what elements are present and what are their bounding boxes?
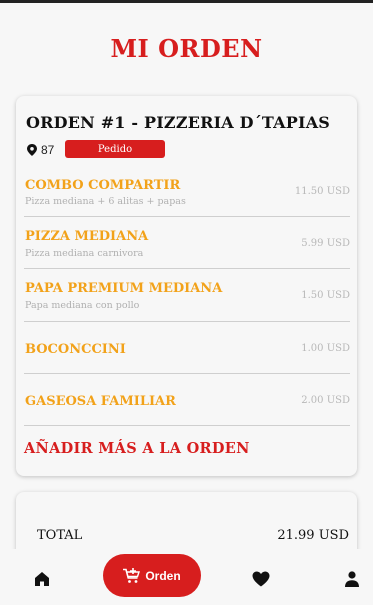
total-label: TOTAL	[37, 528, 83, 543]
cart-plus-icon	[123, 567, 141, 583]
item-price: 1.00 USD	[301, 343, 350, 354]
heart-icon[interactable]	[252, 571, 270, 587]
orden-tab-button[interactable]: Orden	[103, 554, 201, 597]
item-name: PAPA PREMIUM MEDIANA	[25, 281, 223, 296]
order-item-combo-compartir[interactable]: COMBO COMPARTIR Pizza mediana + 6 alitas…	[24, 174, 350, 217]
user-icon[interactable]	[345, 571, 359, 587]
item-price: 11.50 USD	[294, 186, 350, 197]
order-item-pizza-mediana[interactable]: PIZZA MEDIANA Pizza mediana carnivora 5.…	[24, 217, 350, 269]
item-name: BOCONCCINI	[25, 342, 126, 357]
item-price: 1.50 USD	[301, 290, 350, 301]
item-name: GASEOSA FAMILIAR	[25, 394, 176, 409]
item-description: Papa mediana con pollo	[25, 300, 140, 311]
order-item-boconccini[interactable]: BOCONCCINI 1.00 USD	[24, 322, 350, 374]
item-price: 5.99 USD	[301, 238, 350, 249]
order-item-papa-premium-mediana[interactable]: PAPA PREMIUM MEDIANA Papa mediana con po…	[24, 269, 350, 322]
order-location: 87	[27, 141, 54, 159]
item-description: Pizza mediana + 6 alitas + papas	[25, 196, 186, 207]
location-number: 87	[41, 143, 55, 157]
total-value: 21.99 USD	[277, 528, 349, 543]
order-item-gaseosa-familiar[interactable]: GASEOSA FAMILIAR 2.00 USD	[24, 374, 350, 426]
item-name: PIZZA MEDIANA	[25, 229, 149, 244]
item-name: COMBO COMPARTIR	[25, 178, 181, 193]
top-divider	[0, 0, 373, 3]
add-more-button[interactable]: AÑADIR MÁS A LA ORDEN	[24, 440, 250, 457]
location-pin-icon	[27, 144, 37, 156]
item-price: 2.00 USD	[301, 395, 350, 406]
orden-label: Orden	[145, 568, 181, 583]
order-title: ORDEN #1 - PIZZERIA D´TAPIAS	[26, 113, 331, 132]
status-badge: Pedido	[65, 140, 165, 158]
home-icon[interactable]	[34, 571, 50, 587]
bottom-nav: Orden	[0, 549, 373, 605]
page-title: MI ORDEN	[110, 34, 263, 63]
item-description: Pizza mediana carnivora	[25, 248, 144, 259]
